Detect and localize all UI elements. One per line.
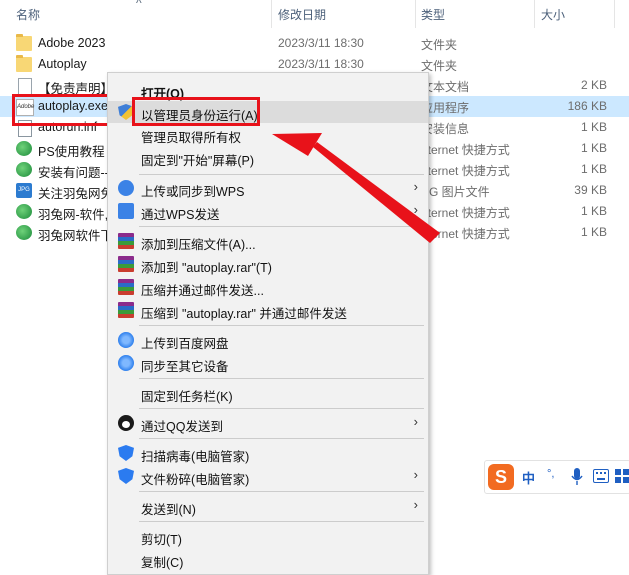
arrow-head: [272, 133, 322, 156]
ime-toolbar[interactable]: S 中 °,: [484, 460, 629, 494]
ime-punctuation-toggle[interactable]: °,: [547, 468, 554, 480]
arrow-shaft: [313, 142, 440, 243]
ime-language-toggle[interactable]: 中: [522, 468, 535, 487]
sogou-logo-icon[interactable]: S: [488, 464, 514, 490]
keyboard-icon[interactable]: [593, 469, 609, 483]
toolbox-grid-icon[interactable]: [615, 469, 629, 483]
microphone-icon[interactable]: [571, 468, 583, 486]
